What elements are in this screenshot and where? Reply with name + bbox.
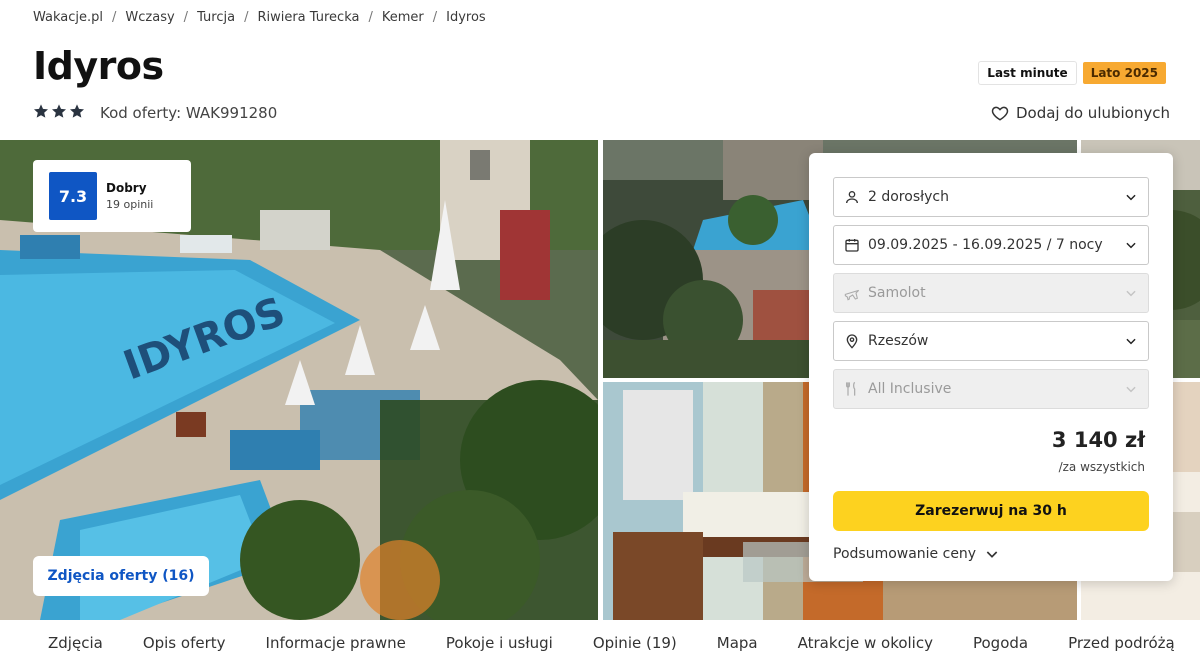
tab-legal-info[interactable]: Informacje prawne — [266, 634, 406, 652]
tab-photos[interactable]: Zdjęcia — [48, 634, 103, 652]
dates-select[interactable]: 09.09.2025 - 16.09.2025 / 7 nocy — [833, 225, 1149, 265]
breadcrumb-item-city[interactable]: Kemer — [382, 10, 424, 25]
cutlery-icon — [846, 381, 856, 396]
offer-photos-button[interactable]: Zdjęcia oferty (16) — [33, 556, 209, 596]
breadcrumb-item-country[interactable]: Turcja — [197, 10, 235, 25]
price-note: /za wszystkich — [1058, 460, 1145, 474]
guests-value: 2 dorosłych — [868, 189, 949, 205]
breadcrumb-item-region[interactable]: Riwiera Turecka — [257, 10, 359, 25]
chevron-down-icon — [1126, 242, 1136, 249]
tab-attractions[interactable]: Atrakcje w okolicy — [798, 634, 933, 652]
tab-rooms-services[interactable]: Pokoje i usługi — [446, 634, 553, 652]
offer-code: Kod oferty: WAK991280 — [100, 104, 278, 122]
guests-select[interactable]: 2 dorosłych — [833, 177, 1149, 217]
rating-count: 19 opinii — [106, 198, 154, 211]
calendar-icon — [845, 239, 859, 252]
tab-map[interactable]: Mapa — [717, 634, 758, 652]
tab-reviews[interactable]: Opinie (19) — [593, 634, 677, 652]
add-to-favorites-label: Dodaj do ulubionych — [1015, 104, 1170, 122]
chevron-down-icon — [1126, 338, 1136, 345]
star-icon — [70, 104, 84, 118]
plane-icon — [844, 289, 860, 301]
breadcrumb-separator: / — [112, 10, 117, 25]
dates-value: 09.09.2025 - 16.09.2025 / 7 nocy — [868, 237, 1103, 253]
departure-select[interactable]: Rzeszów — [833, 321, 1149, 361]
rating-score: 7.3 — [49, 172, 97, 220]
add-to-favorites-button[interactable]: Dodaj do ulubionych — [991, 104, 1170, 122]
hotel-stars — [33, 103, 85, 119]
person-icon — [846, 191, 858, 204]
offer-badges: Last minute Lato 2025 — [979, 62, 1166, 84]
season-badge: Lato 2025 — [1082, 62, 1166, 84]
transport-value: Samolot — [868, 285, 926, 301]
tab-description[interactable]: Opis oferty — [143, 634, 226, 652]
breadcrumb-separator: / — [432, 10, 438, 25]
total-price: 3 140 zł — [1051, 428, 1145, 452]
breadcrumb-separator: / — [244, 10, 249, 25]
booking-panel: 2 dorosłych 09.09.2025 - 16.09.2025 / 7 … — [809, 153, 1173, 581]
breadcrumb: Wakacje.pl / Wczasy / Turcja / Riwiera T… — [33, 10, 486, 25]
chevron-down-icon — [1126, 386, 1136, 393]
star-icon — [34, 104, 48, 118]
rating-label: Dobry — [106, 181, 147, 195]
transport-select: Samolot — [833, 273, 1149, 313]
board-select: All Inclusive — [833, 369, 1149, 409]
last-minute-badge: Last minute — [979, 62, 1076, 84]
price-summary-label: Podsumowanie ceny — [833, 546, 977, 562]
chevron-down-icon — [986, 551, 998, 558]
offer-tabs: Zdjęcia Opis oferty Informacje prawne Po… — [0, 620, 1200, 665]
board-value: All Inclusive — [868, 381, 952, 397]
tab-weather[interactable]: Pogoda — [973, 634, 1028, 652]
departure-value: Rzeszów — [868, 333, 929, 349]
page-title: Idyros — [33, 44, 164, 88]
reserve-button[interactable]: Zarezerwuj na 30 h — [833, 491, 1149, 531]
breadcrumb-separator: / — [183, 10, 189, 25]
breadcrumb-item-wczasy[interactable]: Wczasy — [125, 10, 174, 25]
breadcrumb-item-home[interactable]: Wakacje.pl — [33, 10, 103, 25]
chevron-down-icon — [1126, 290, 1136, 297]
chevron-down-icon — [1126, 194, 1136, 201]
tab-before-trip[interactable]: Przed podróżą — [1068, 634, 1175, 652]
star-icon — [52, 104, 66, 118]
heart-icon — [991, 106, 1009, 121]
breadcrumb-item-hotel[interactable]: Idyros — [446, 10, 486, 25]
breadcrumb-separator: / — [368, 10, 373, 25]
location-pin-icon — [846, 334, 858, 349]
rating-card[interactable]: 7.3 Dobry 19 opinii — [33, 160, 191, 232]
price-summary-toggle[interactable]: Podsumowanie ceny — [833, 546, 1000, 562]
